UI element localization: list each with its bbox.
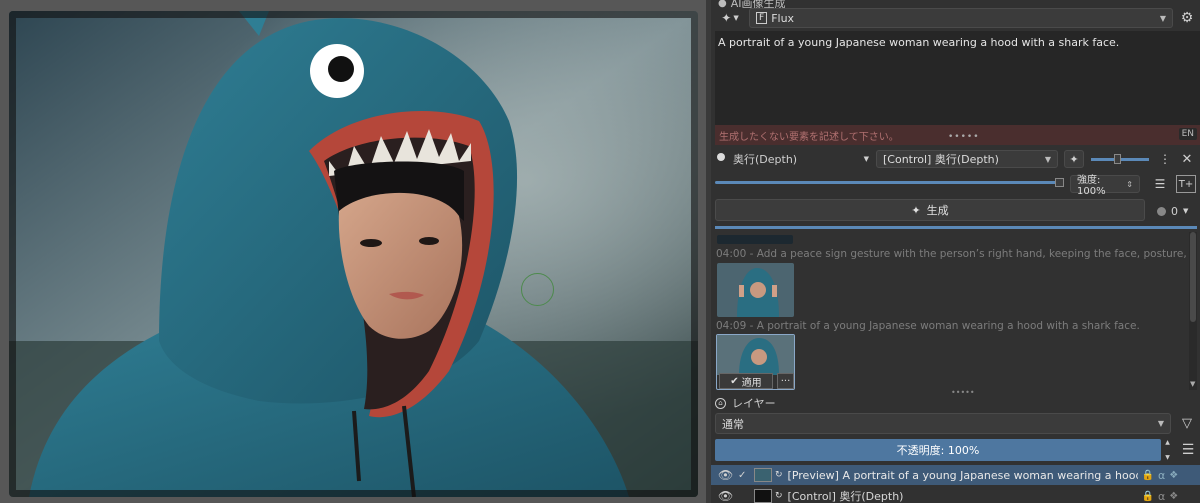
generate-label: 生成 [926,204,949,217]
layer-type-icon: ↻ [775,491,783,501]
model-select[interactable]: F Flux ▼ [749,8,1173,28]
strength-value: 強度: 100% [1077,175,1106,197]
prompt-textarea[interactable]: A portrait of a young Japanese woman wea… [715,31,1200,125]
control-enabled-dot[interactable] [717,153,725,161]
control-layer-label: [Control] 奥行(Depth) [883,153,999,166]
layer-menu-button[interactable]: ☰ [1179,440,1197,460]
shark-hood-portrait [9,11,698,497]
prompt-text: A portrait of a young Japanese woman wea… [718,36,1120,49]
chevron-down-icon: ▼ [863,155,869,163]
thumbnail-image [717,335,794,375]
lock-icon[interactable]: 🔒 [1142,491,1154,502]
settings-button[interactable]: ⚙ [1178,9,1196,27]
alpha-icon[interactable]: α [1158,469,1165,482]
eye-icon[interactable]: 👁 [718,489,733,503]
layers-title: レイヤー [732,397,776,410]
chevron-up-icon: ▲ [1165,439,1170,446]
history-item-text: 04:00 - Add a peace sign gesture with th… [716,248,1190,260]
strength-slider-knob[interactable] [1055,178,1064,187]
layer-type-icon: ↻ [775,470,783,480]
chevron-down-icon: ▼ [1165,454,1170,461]
sparkle-icon: ✦ [1069,152,1079,166]
control-type-label: 奥行(Depth) [733,153,798,166]
close-icon: ✕ [1181,151,1193,167]
magic-wand-dropdown[interactable]: ✦ ▼ [717,9,743,27]
generate-button[interactable]: ✦ 生成 [715,199,1145,221]
model-name: Flux [771,11,795,25]
more-horizontal-icon: ··· [780,375,791,387]
brush-cursor [521,273,554,306]
magic-wand-icon: ✦ [721,11,732,25]
control-layer-select[interactable]: [Control] 奥行(Depth) ▼ [876,150,1058,168]
checkmark-icon[interactable]: ✓ [738,470,748,481]
inherit-icon[interactable]: ❖ [1169,491,1178,502]
layer-thumbnail [754,468,772,482]
opacity-slider[interactable]: 不透明度: 100% [715,439,1161,461]
hamburger-icon: ☰ [1181,442,1195,458]
layer-row-control[interactable]: 👁 ↻ [Control] 奥行(Depth) 🔒 α ❖ [711,486,1200,503]
opacity-value: 不透明度: 100% [896,444,980,457]
layers-header: ⌂ レイヤー [715,395,776,411]
gear-icon: ⚙ [1180,10,1194,26]
layer-thumbnail [754,489,772,503]
language-badge[interactable]: EN [1178,128,1197,140]
layers-add-button[interactable]: ☰ [1151,175,1169,193]
inherit-icon[interactable]: ❖ [1169,470,1178,481]
chevron-down-icon: ▼ [733,14,739,22]
history-scrollbar-thumb[interactable] [1190,232,1196,322]
scroll-down-icon[interactable]: ▼ [1190,380,1195,388]
history-thumbnail-partial[interactable] [717,235,793,244]
layer-name: [Control] 奥行(Depth) [787,490,904,503]
checkmark-icon: ✔ [730,375,739,387]
magic-wand-icon: ✦ [911,203,921,217]
negative-prompt-placeholder: 生成したくない要素を記述して下さい。 [719,132,899,143]
queue-count: 0 [1171,204,1178,218]
layer-filter-button[interactable]: ▽ [1177,413,1197,434]
history-more-button[interactable]: ··· [777,373,794,389]
queue-dropdown[interactable]: 0 ▼ [1157,203,1195,219]
thumbnail-image [717,263,794,317]
chevron-down-icon: ▼ [1044,154,1051,164]
dock-splitter-grip[interactable]: ••••• [951,388,975,397]
more-options-button[interactable]: ⋮ [1159,150,1171,168]
alpha-icon[interactable]: α [1158,490,1165,503]
history-item-text: 04:09 - A portrait of a young Japanese w… [716,320,1140,332]
strength-spinbox[interactable]: 強度: 100% ⇕ [1070,175,1140,197]
close-control-button[interactable]: ✕ [1179,150,1195,168]
strength-slider[interactable] [715,181,1061,184]
spin-arrows-icon: ⇕ [1126,179,1133,189]
opacity-spin[interactable]: ▲ ▼ [1163,439,1172,461]
history-list[interactable]: 04:00 - Add a peace sign gesture with th… [715,232,1190,390]
layer-name: [Preview] A portrait of a young Japanese… [787,468,1138,482]
apply-button[interactable]: ✔ 適用 [719,373,773,389]
history-thumbnail-selected[interactable]: ✔ 適用 ··· [716,334,795,390]
text-add-button[interactable]: T+ [1176,175,1196,193]
resize-handle[interactable]: ••••• [948,132,980,142]
layers-stack-icon: ☰ [1154,177,1166,191]
lock-icon[interactable]: 🔒 [1142,470,1154,481]
filter-icon: ▽ [1182,416,1192,431]
text-add-icon: T+ [1178,178,1194,190]
lock-icon: ● [718,0,727,9]
apply-label: 適用 [741,377,762,389]
history-thumbnail[interactable] [717,263,794,317]
canvas-area[interactable] [0,0,706,503]
queue-dot-icon [1157,206,1166,216]
control-strength-slider-knob[interactable] [1114,154,1121,164]
chevron-down-icon: ▼ [1157,419,1164,428]
progress-bar [715,226,1197,229]
kebab-menu-icon: ⋮ [1159,152,1171,166]
layer-row-preview[interactable]: 👁 ✓ ↻ [Preview] A portrait of a young Ja… [711,465,1200,485]
sparkle-button[interactable]: ✦ [1064,150,1084,168]
blend-mode-label: 通常 [722,417,744,431]
blend-mode-select[interactable]: 通常 ▼ [715,413,1171,434]
eye-icon[interactable]: 👁 [718,468,733,482]
chevron-down-icon: ▼ [1159,13,1166,23]
ai-generation-panel: ● AI画像生成 ✦ ▼ F Flux ▼ ⚙ A portrait of a … [711,0,1200,503]
canvas-image[interactable] [9,11,698,497]
chevron-down-icon: ▼ [1183,207,1189,215]
control-type-select[interactable]: 奥行(Depth) ▼ [733,150,869,168]
model-icon: F [756,12,768,24]
lock-icon: ⌂ [715,397,726,409]
